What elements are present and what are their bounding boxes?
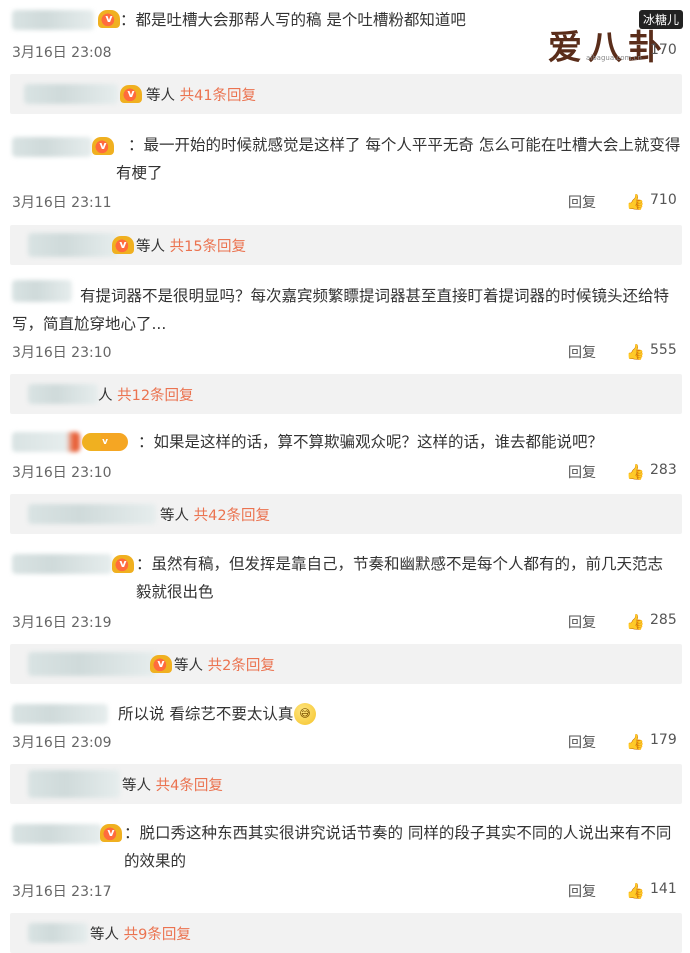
reply-username-blurred [28,504,156,524]
thumbs-up-icon[interactable]: 👍 [626,194,645,210]
username-blurred[interactable] [12,824,102,844]
sub-reply-summary[interactable]: 等人 共15条回复 [136,235,246,256]
vip-crown-icon: v [98,10,120,28]
comment-date: 3月16日 23:09 [12,735,112,751]
like-count: 710 [650,192,677,208]
comment-date: 3月16日 23:17 [12,884,112,900]
watermark-tag: 冰糖儿 [638,10,683,29]
vip-crown-icon: v [92,137,114,155]
watermark-url: aibagua.com.cn [586,54,642,62]
reply-button[interactable]: 回复 [568,732,596,752]
comment-date: 3月16日 23:19 [12,615,112,631]
sub-reply-box[interactable]: 等人 共4条回复 [10,764,682,804]
comment-date: 3月16日 23:10 [12,465,112,481]
reply-button[interactable]: 回复 [568,462,596,482]
thumbs-up-icon[interactable]: 👍 [626,344,645,360]
reply-button[interactable]: 回复 [568,342,596,362]
vip-crown-icon: v [112,236,134,254]
embarrassed-emoji-icon: 😅 [294,703,316,725]
sub-reply-summary[interactable]: 等人 共42条回复 [160,504,270,525]
username-blurred[interactable] [12,704,108,724]
reply-username-blurred [28,652,156,676]
comment-date: 3月16日 23:08 [12,45,112,61]
vip-crown-icon: v [120,85,142,103]
like-count: 283 [650,462,677,478]
vip-crown-icon: v [112,555,134,573]
comment-date: 3月16日 23:10 [12,345,112,361]
sub-reply-box[interactable]: 人 共12条回复 [10,374,682,414]
username-blurred[interactable] [12,10,94,30]
sub-reply-box[interactable]: v 等人 共41条回复 [10,74,682,114]
reply-button[interactable]: 回复 [568,612,596,632]
sub-reply-summary[interactable]: 人 共12条回复 [98,384,194,405]
reply-button[interactable]: 回复 [568,192,596,212]
reply-button[interactable]: 回复 [568,881,596,901]
thumbs-up-icon[interactable]: 👍 [626,614,645,630]
username-blurred[interactable] [12,137,92,157]
thumbs-up-icon[interactable]: 👍 [626,734,645,750]
like-count: 179 [650,732,677,748]
sub-reply-box[interactable]: v 等人 共15条回复 [10,225,682,265]
reply-username-blurred [28,384,98,404]
reply-username-blurred [28,923,88,943]
sub-reply-summary[interactable]: 等人 共41条回复 [146,84,256,105]
sub-reply-box[interactable]: 等人 共9条回复 [10,913,682,953]
username-blurred[interactable] [12,432,80,452]
like-count: 170 [650,42,677,58]
reply-username-blurred [24,84,118,104]
sub-reply-summary[interactable]: 等人 共2条回复 [174,654,275,675]
like-count: 141 [650,881,677,897]
sub-reply-box[interactable]: 等人 共42条回复 [10,494,682,534]
like-count: 555 [650,342,677,358]
username-blurred[interactable] [12,554,112,574]
thumbs-up-icon[interactable]: 👍 [626,883,645,899]
vip-crown-icon: v [100,824,122,842]
sub-reply-summary[interactable]: 等人 共9条回复 [90,923,191,944]
sub-reply-box[interactable]: v 等人 共2条回复 [10,644,682,684]
vip-crown-icon: v [82,433,128,451]
reply-username-blurred [28,770,120,798]
like-count: 285 [650,612,677,628]
sub-reply-summary[interactable]: 等人 共4条回复 [122,774,223,795]
reply-username-blurred [28,233,118,257]
thumbs-up-icon[interactable]: 👍 [626,464,645,480]
vip-crown-icon: v [150,655,172,673]
comment-date: 3月16日 23:11 [12,195,112,211]
